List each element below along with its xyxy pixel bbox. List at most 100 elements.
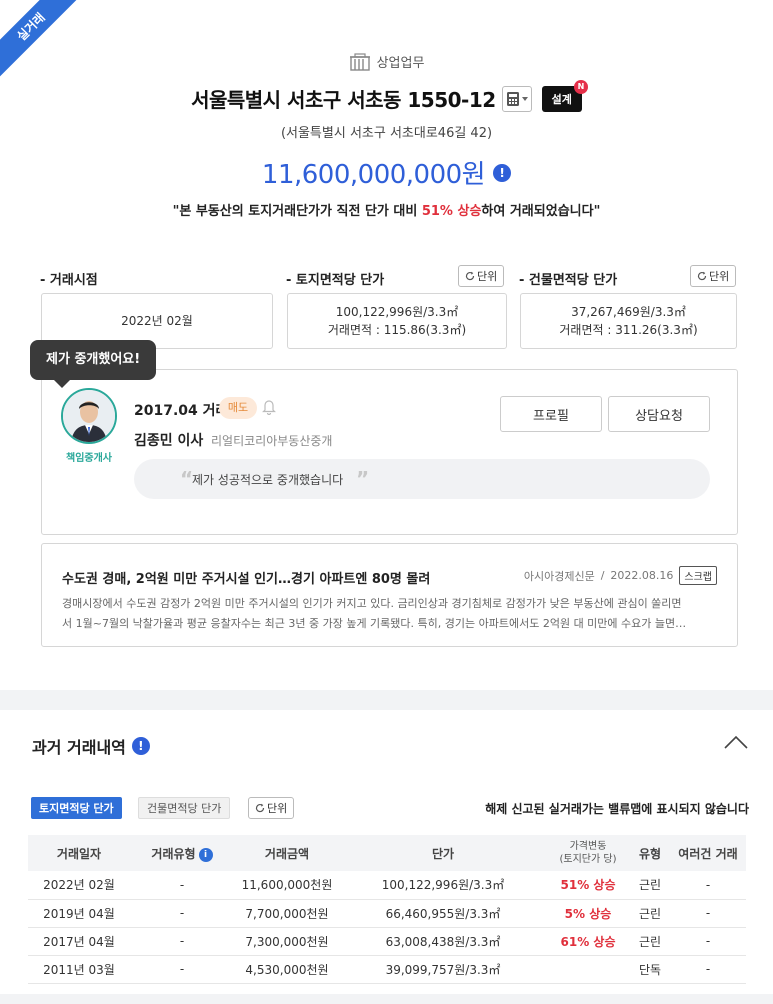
news-line-1: 경매시장에서 수도권 감정가 2억원 미만 주거시설의 인기가 커지고 있다. …	[62, 597, 682, 610]
table-row: 2017년 04월 - 7,300,000천원 63,008,438원/3.3㎡ 61%…	[28, 927, 746, 955]
deal-time-label: - 거래시점	[40, 273, 98, 288]
history-notice: 해제 신고된 실거래가는 밸류맵에 표시되지 않습니다	[485, 802, 749, 816]
tab-building-unit[interactable]: 건물면적당 단가	[138, 797, 231, 819]
address-title: 서울특별시 서초구 서초동 1550-12	[191, 88, 496, 112]
deal-price: 11,600,000,000원	[261, 160, 486, 190]
broker-name[interactable]: 김종민 이사	[134, 430, 203, 450]
cell-kind: 근린	[638, 878, 662, 893]
cell-multi: -	[705, 962, 711, 976]
table-row: 2011년 03월 - 4,530,000천원 39,099,757원/3.3㎡ 단독 -	[28, 955, 746, 983]
cell-change: 5% 상승	[564, 906, 612, 921]
cell-unit-price: 100,122,996원/3.3㎡	[381, 878, 505, 893]
col-type-label: 거래유형	[151, 846, 196, 861]
tab-land-unit[interactable]: 토지면적당 단가	[31, 797, 122, 819]
news-source: 아시아경제신문	[523, 569, 595, 583]
building-unit-toggle[interactable]: 단위	[690, 265, 737, 287]
col-change-sub: (토지단가 당)	[559, 854, 617, 865]
cell-type: -	[179, 962, 185, 976]
price-info-icon[interactable]: !	[493, 163, 512, 182]
caret-down-icon	[521, 96, 528, 101]
cell-change: 61% 상승	[560, 934, 616, 949]
history-title: 과거 거래내역 !	[32, 734, 150, 758]
col-unit-price: 단가	[431, 846, 455, 861]
news-line-2: 서 1월~7월의 낙찰가율과 평균 응찰자수는 최근 3년 중 가장 높게 기록…	[62, 617, 687, 630]
broker-deal-date: 2017.04 거래	[134, 403, 229, 419]
address-row: 서울특별시 서초구 서초동 1550-12 설계 N	[0, 79, 773, 113]
cell-kind: 단독	[638, 962, 662, 977]
design-button[interactable]: 설계 N	[541, 79, 588, 112]
col-multi: 여러건 거래	[678, 846, 738, 861]
cell-date: 2019년 04월	[43, 906, 115, 921]
broker-comment: “ 제가 성공적으로 중개했습니다 ”	[134, 459, 710, 499]
category-row: 상업업무	[0, 52, 773, 71]
land-unit-toggle[interactable]: 단위	[458, 265, 505, 287]
land-unit-box: 100,122,996원/3.3㎡ 거래면적 : 115.86(3.3㎡)	[287, 293, 507, 349]
refresh-icon	[697, 271, 707, 281]
cell-multi: -	[705, 934, 711, 948]
broker-bubble: 제가 중개했어요!	[30, 340, 157, 388]
listing-summary: 실거래 상업업무 서울특별시 서초구 서초동 1550-12 설계 N (서울특별…	[0, 0, 773, 690]
cell-change	[546, 955, 630, 983]
broker-caption: 책임중개사	[66, 453, 112, 464]
cell-kind: 근린	[638, 934, 662, 949]
section-separator	[0, 690, 773, 710]
cell-kind: 근린	[638, 906, 662, 921]
news-body: 경매시장에서 수도권 감정가 2억원 미만 주거시설의 인기가 커지고 있다. …	[62, 594, 722, 634]
history-unit-label: 단위	[267, 802, 288, 815]
history-unit-toggle[interactable]: 단위	[248, 797, 295, 819]
type-info-icon[interactable]: i	[198, 847, 213, 862]
bell-icon[interactable]	[262, 399, 276, 415]
cell-multi: -	[705, 906, 711, 920]
land-unit-label: - 토지면적당 단가	[286, 273, 385, 288]
broker-avatar[interactable]	[61, 388, 117, 444]
building-unit-label: - 건물면적당 단가	[519, 273, 618, 288]
trend-message: "본 부동산의 토지거래단가가 직전 단가 대비 51% 상승하여 거래되었습니…	[0, 200, 773, 219]
col-kind: 유형	[638, 846, 662, 861]
price-row: 11,600,000,000원 !	[0, 154, 773, 191]
history-title-text: 과거 거래내역	[32, 738, 126, 757]
col-change: 가격변동 (토지단가 당)	[546, 835, 630, 871]
news-title[interactable]: 수도권 경매, 2억원 미만 주거시설 인기…경기 아파트엔 80명 몰려	[62, 568, 430, 587]
deal-time-value: 2022년 02월	[121, 314, 193, 328]
trend-suffix: 하여 거래되었습니다"	[481, 204, 601, 219]
land-unit-area: 거래면적 : 115.86(3.3㎡)	[327, 323, 467, 337]
cell-unit-price: 63,008,438원/3.3㎡	[385, 934, 501, 949]
cell-amount: 7,300,000천원	[245, 934, 329, 949]
trend-highlight: 51% 상승	[421, 204, 482, 219]
close-quote-icon: ”	[356, 467, 370, 491]
meta-separator: /	[600, 569, 605, 582]
building-unit-price: 37,267,469원/3.3㎡	[571, 305, 686, 319]
open-quote-icon: “	[180, 467, 194, 491]
road-address: (서울특별시 서초구 서초대로46길 42)	[280, 126, 493, 141]
table-row: 2022년 02월 - 11,600,000천원 100,122,996원/3.3㎡ 5…	[28, 871, 746, 899]
new-badge: N	[573, 79, 588, 94]
cell-type: -	[179, 877, 185, 892]
refresh-icon	[255, 803, 265, 813]
cell-multi: -	[705, 877, 711, 892]
cell-change: 51% 상승	[560, 878, 616, 893]
land-unit-toggle-label: 단위	[477, 270, 498, 283]
cell-date: 2017년 04월	[43, 934, 115, 949]
col-date: 거래일자	[56, 846, 102, 861]
category-label: 상업업무	[376, 56, 425, 71]
consult-button[interactable]: 상담요청	[608, 396, 710, 432]
profile-button[interactable]: 프로필	[500, 396, 602, 432]
table-row: 2019년 04월 - 7,700,000천원 66,460,955원/3.3㎡ 5% …	[28, 899, 746, 927]
col-type: 거래유형 i	[130, 835, 234, 871]
design-label: 설계	[551, 92, 572, 106]
broker-comment-text: 제가 성공적으로 중개했습니다	[192, 472, 344, 487]
land-unit-price: 100,122,996원/3.3㎡	[335, 305, 459, 319]
refresh-icon	[465, 271, 475, 281]
chevron-up-icon[interactable]	[724, 734, 748, 750]
deal-type-badge: 매도	[219, 397, 257, 419]
building-unit-box: 37,267,469원/3.3㎡ 거래면적 : 311.26(3.3㎡)	[520, 293, 737, 349]
history-info-icon[interactable]: !	[131, 737, 150, 755]
col-amount: 거래금액	[264, 846, 310, 861]
building-unit-toggle-label: 단위	[709, 270, 730, 283]
calculator-button[interactable]	[501, 85, 532, 112]
table-header-row: 거래일자 거래유형 i 거래금액 단가 가격변동 (토지단가 당) 유형 여러건 거…	[28, 835, 746, 871]
building-unit-area: 거래면적 : 311.26(3.3㎡)	[559, 323, 698, 337]
news-card[interactable]: 수도권 경매, 2억원 미만 주거시설 인기…경기 아파트엔 80명 몰려 아시…	[41, 543, 738, 647]
scrap-button[interactable]: 스크랩	[679, 566, 717, 585]
trend-prefix: "본 부동산의 토지거래단가가 직전 단가 대비	[172, 204, 422, 219]
